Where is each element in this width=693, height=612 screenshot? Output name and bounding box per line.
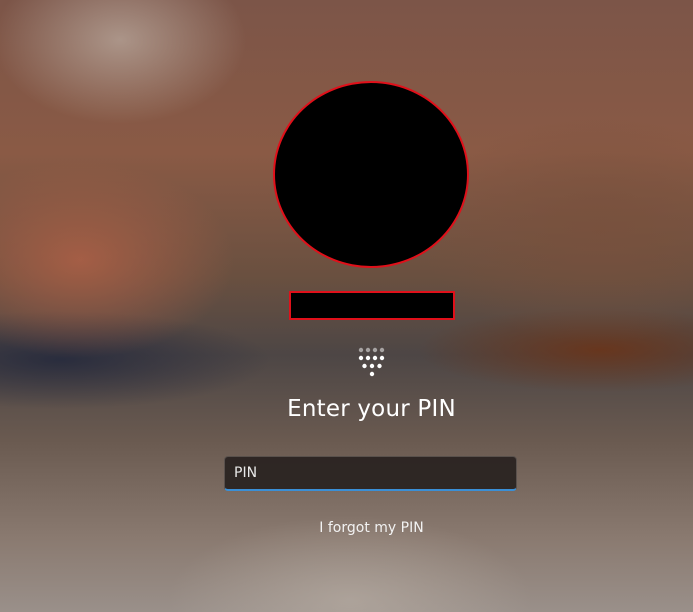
pin-input[interactable] bbox=[225, 457, 516, 489]
pin-field[interactable] bbox=[224, 456, 517, 491]
username-redacted bbox=[289, 291, 455, 320]
page-title: Enter your PIN bbox=[287, 396, 456, 422]
keypad-icon bbox=[357, 346, 387, 378]
forgot-pin-link[interactable]: I forgot my PIN bbox=[0, 520, 693, 536]
avatar bbox=[273, 81, 469, 268]
lock-screen: Enter your PIN I forgot my PIN bbox=[0, 0, 693, 612]
